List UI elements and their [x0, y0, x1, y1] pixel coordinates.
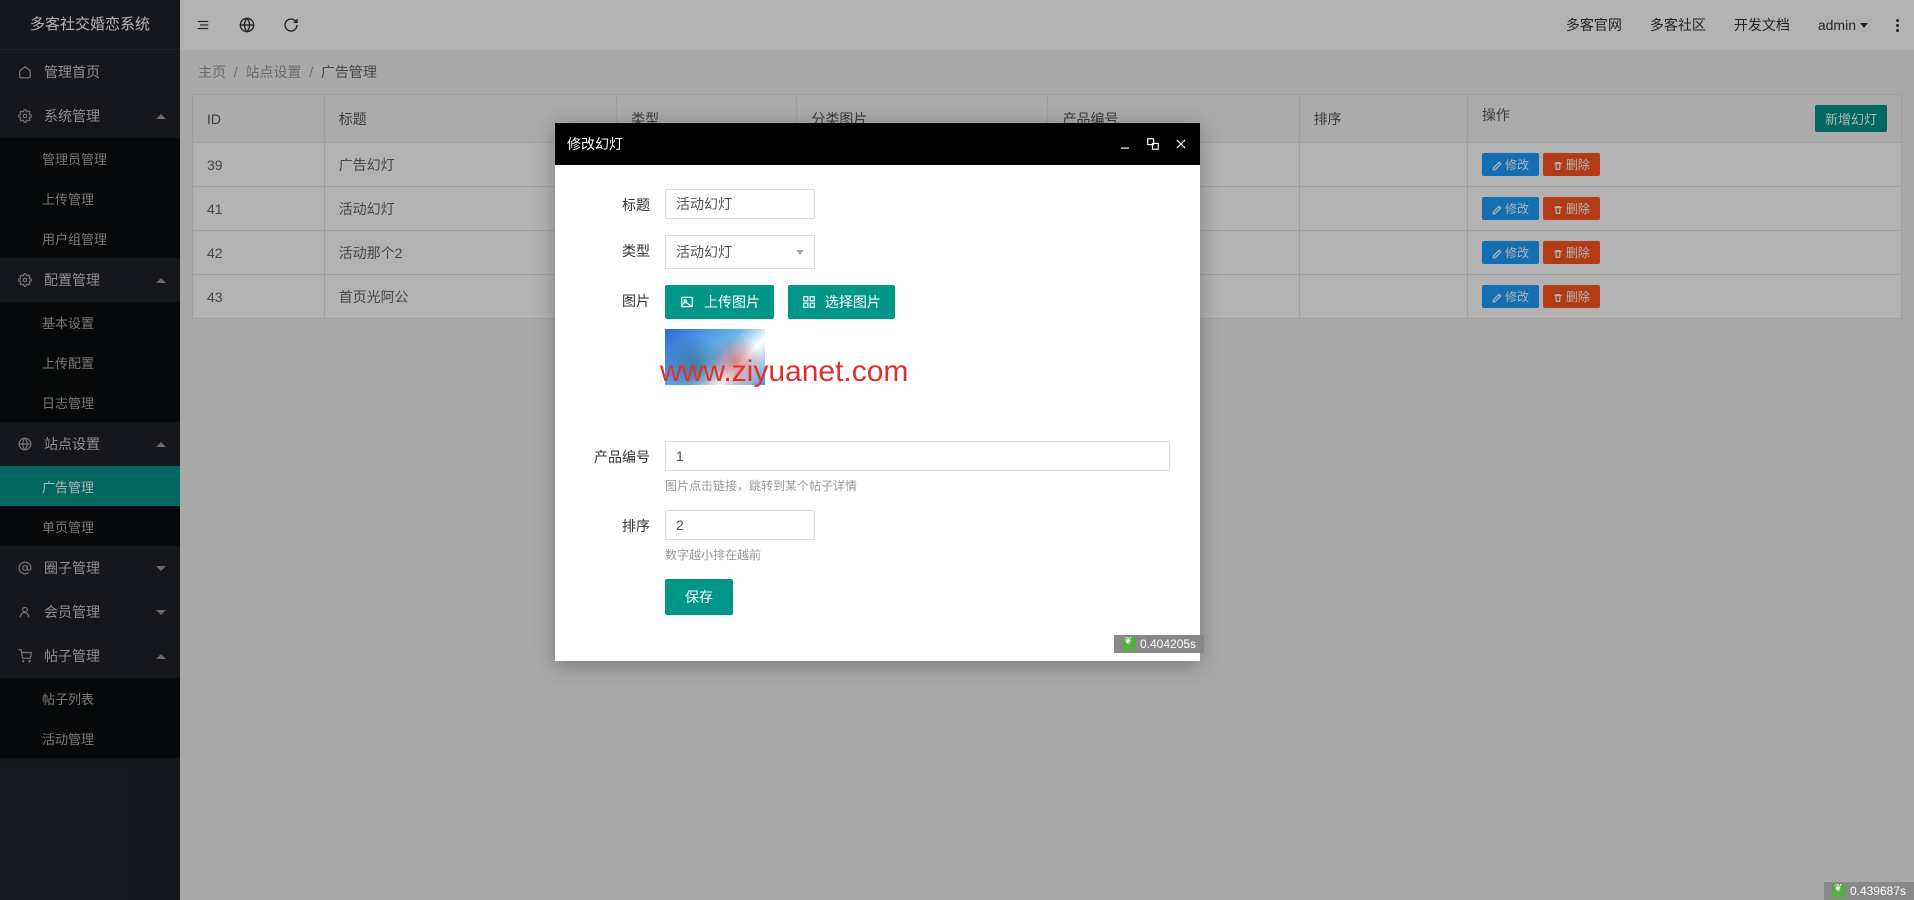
image-thumbnail[interactable]	[665, 329, 765, 385]
maximize-icon[interactable]	[1146, 137, 1160, 151]
product-label: 产品编号	[585, 441, 665, 467]
grid-icon	[802, 295, 816, 309]
image-label: 图片	[585, 285, 665, 311]
title-label: 标题	[585, 189, 665, 215]
type-label: 类型	[585, 235, 665, 261]
type-select[interactable]: 活动幻灯	[665, 235, 815, 269]
type-select-value: 活动幻灯	[676, 242, 732, 262]
sort-hint: 数字越小排在越前	[665, 546, 1170, 563]
modal-title: 修改幻灯	[567, 134, 623, 154]
modal-header: 修改幻灯	[555, 123, 1200, 165]
sort-input[interactable]	[665, 510, 815, 540]
edit-modal: 修改幻灯 标题 类型 活动幻灯 图片 上传图片	[555, 123, 1200, 661]
close-icon[interactable]	[1174, 137, 1188, 151]
leaf-icon	[1832, 884, 1846, 898]
product-input[interactable]	[665, 441, 1170, 471]
image-icon	[679, 295, 695, 309]
select-image-button[interactable]: 选择图片	[788, 285, 895, 319]
minimize-icon[interactable]	[1118, 137, 1132, 151]
leaf-icon	[1122, 637, 1136, 651]
title-input[interactable]	[665, 189, 815, 219]
page-perf-badge: 0.439687s	[1824, 882, 1914, 900]
sort-label: 排序	[585, 510, 665, 536]
product-hint: 图片点击链接，跳转到某个帖子详情	[665, 477, 1170, 494]
modal-perf-badge: 0.404205s	[1114, 635, 1204, 653]
upload-image-button[interactable]: 上传图片	[665, 285, 774, 319]
save-button[interactable]: 保存	[665, 579, 733, 615]
caret-down-icon	[796, 250, 804, 255]
